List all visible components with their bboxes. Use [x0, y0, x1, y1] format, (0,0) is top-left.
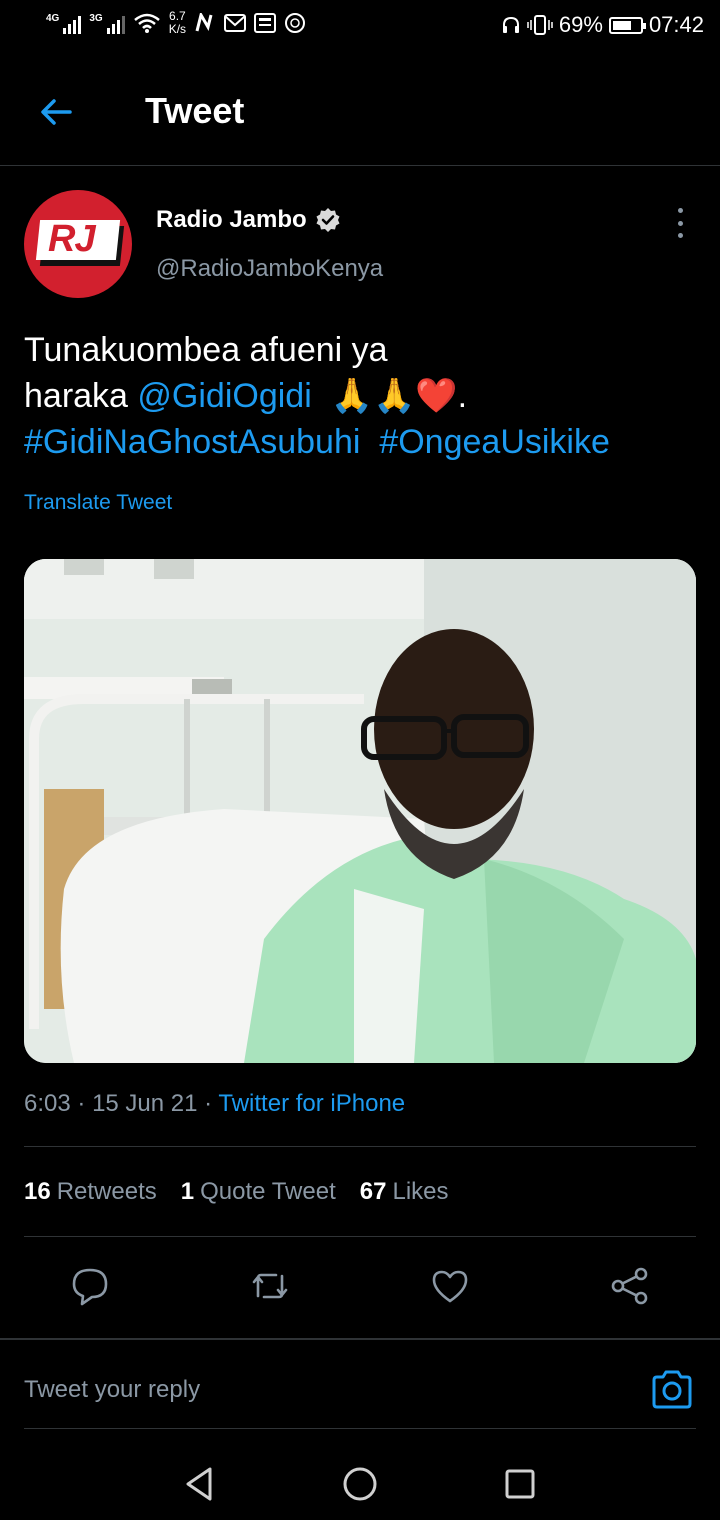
retweet-icon[interactable]	[248, 1264, 292, 1308]
n-app-icon	[195, 13, 213, 32]
meta-divider	[24, 1146, 696, 1147]
hashtag-link-1[interactable]: #GidiNaGhostAsubuhi	[24, 423, 360, 461]
hashtag-link-2[interactable]: #OngeaUsikike	[379, 423, 610, 461]
tweet-time: 6:03	[24, 1090, 71, 1117]
speed-unit: K/s	[168, 22, 187, 36]
meta-separator-2: ·	[204, 1090, 213, 1117]
hospital-selfie-image	[24, 559, 696, 1063]
page-title: Tweet	[145, 90, 245, 131]
system-nav-bar	[0, 1456, 720, 1506]
tweet-stats: 16 Retweets 1 Quote Tweet 67 Likes	[24, 1178, 449, 1206]
stats-divider	[24, 1236, 696, 1237]
reply-icon[interactable]	[68, 1264, 112, 1308]
header-divider	[0, 165, 720, 166]
quotes-count: 1	[180, 1178, 195, 1205]
tweet-date: 15 Jun 21	[92, 1090, 198, 1117]
tweet-text-line-2: haraka	[24, 377, 138, 415]
club-badge-icon	[285, 13, 306, 33]
nav-back-icon[interactable]	[180, 1464, 220, 1504]
reply-underline	[24, 1428, 696, 1429]
more-options-icon[interactable]	[666, 208, 694, 238]
verified-badge-icon	[316, 208, 340, 232]
network-speed: 6.7 K/s	[169, 10, 186, 36]
status-left: 4G 3G 6.7 K/s	[46, 10, 306, 36]
status-right: 69% 07:42	[501, 12, 704, 38]
share-icon[interactable]	[608, 1264, 652, 1308]
network-type-label: 4G	[46, 13, 60, 24]
network-type-label-2: 3G	[89, 13, 103, 24]
battery-percent: 69%	[558, 12, 603, 37]
author-name-label: Radio Jambo	[156, 206, 307, 233]
logo-text: RJ	[48, 218, 96, 260]
status-bar: 4G 3G 6.7 K/s 69% 07:42	[0, 0, 720, 56]
tweet-photo[interactable]	[24, 559, 696, 1063]
likes-count: 67	[359, 1178, 387, 1205]
mention-link[interactable]: @GidiOgidi	[137, 377, 311, 415]
news-icon	[254, 13, 277, 33]
radio-jambo-logo: RJ	[35, 218, 125, 266]
quotes-label: Quote Tweet	[200, 1178, 336, 1205]
retweets-label: Retweets	[56, 1178, 157, 1205]
emoji-text: 🙏🙏❤️.	[330, 377, 468, 415]
likes-stat[interactable]: 67 Likes	[360, 1178, 449, 1206]
signal-3g-icon: 3G	[89, 12, 125, 34]
vibrate-icon	[527, 15, 553, 35]
reply-divider	[0, 1338, 720, 1340]
translate-tweet-link[interactable]: Translate Tweet	[24, 491, 172, 515]
reply-input[interactable]: Tweet your reply	[24, 1376, 200, 1404]
camera-icon[interactable]	[650, 1368, 694, 1412]
tweet-text-line-1: Tunakuombea afueni ya	[24, 331, 388, 369]
back-arrow-icon[interactable]	[36, 92, 76, 132]
top-app-bar: Tweet	[0, 80, 720, 144]
mail-icon	[224, 14, 247, 32]
likes-label: Likes	[392, 1178, 449, 1205]
quote-tweets-stat[interactable]: 1 Quote Tweet	[181, 1178, 336, 1206]
tweet-source-link[interactable]: Twitter for iPhone	[218, 1090, 405, 1117]
wifi-icon	[133, 13, 160, 33]
signal-4g-icon: 4G	[46, 12, 82, 34]
like-heart-icon[interactable]	[428, 1264, 472, 1308]
tweet-text: Tunakuombea afueni ya haraka @GidiOgidi …	[24, 327, 704, 465]
tweet-actions	[0, 1264, 720, 1308]
author-name[interactable]: Radio Jambo	[156, 206, 341, 234]
notification-icons	[194, 12, 306, 34]
nav-home-icon[interactable]	[340, 1464, 380, 1504]
headphones-icon	[502, 16, 519, 33]
battery-icon	[608, 16, 646, 34]
status-time: 07:42	[648, 12, 704, 37]
meta-separator: ·	[77, 1090, 86, 1117]
author-handle[interactable]: @RadioJamboKenya	[156, 255, 383, 283]
retweets-stat[interactable]: 16 Retweets	[24, 1178, 157, 1206]
nav-recents-icon[interactable]	[500, 1464, 540, 1504]
author-avatar[interactable]: RJ	[24, 190, 132, 298]
retweets-count: 16	[24, 1178, 51, 1205]
tweet-meta: 6:03 · 15 Jun 21 · Twitter for iPhone	[24, 1090, 405, 1118]
